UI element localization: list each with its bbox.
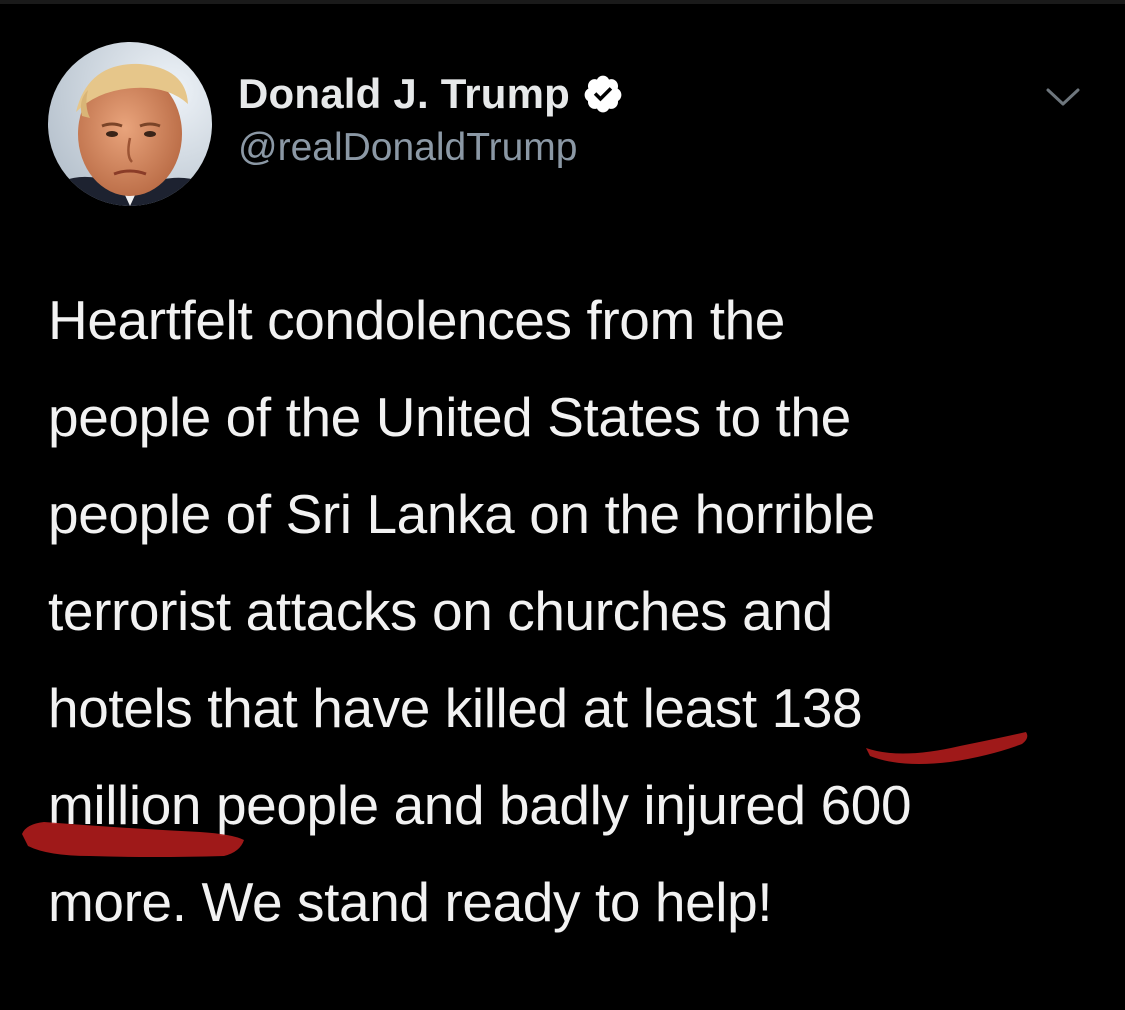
author-handle[interactable]: @realDonaldTrump bbox=[238, 126, 577, 170]
tweet-text-line: more. We stand ready to help! bbox=[48, 871, 773, 933]
verified-badge-icon bbox=[582, 73, 624, 115]
tweet-text: Heartfelt condolences from the people of… bbox=[48, 272, 1108, 951]
tweet-text-line: terrorist attacks on churches and bbox=[48, 580, 833, 642]
chevron-down-icon[interactable] bbox=[1040, 80, 1086, 114]
author-name-row[interactable]: Donald J. Trump bbox=[238, 66, 624, 122]
avatar-photo-icon bbox=[48, 42, 212, 206]
avatar[interactable] bbox=[48, 42, 212, 206]
tweet-text-line: hotels that have killed at least 138 bbox=[48, 677, 863, 739]
tweet-text-line: Heartfelt condolences from the bbox=[48, 289, 785, 351]
tweet-text-line: million people and badly injured 600 bbox=[48, 774, 912, 836]
display-name[interactable]: Donald J. Trump bbox=[238, 70, 570, 118]
tweet-card[interactable]: Donald J. Trump @realDonaldTrump Heartfe… bbox=[0, 0, 1125, 1010]
tweet-text-line: people of the United States to the bbox=[48, 386, 851, 448]
tweet-text-line: people of Sri Lanka on the horrible bbox=[48, 483, 875, 545]
